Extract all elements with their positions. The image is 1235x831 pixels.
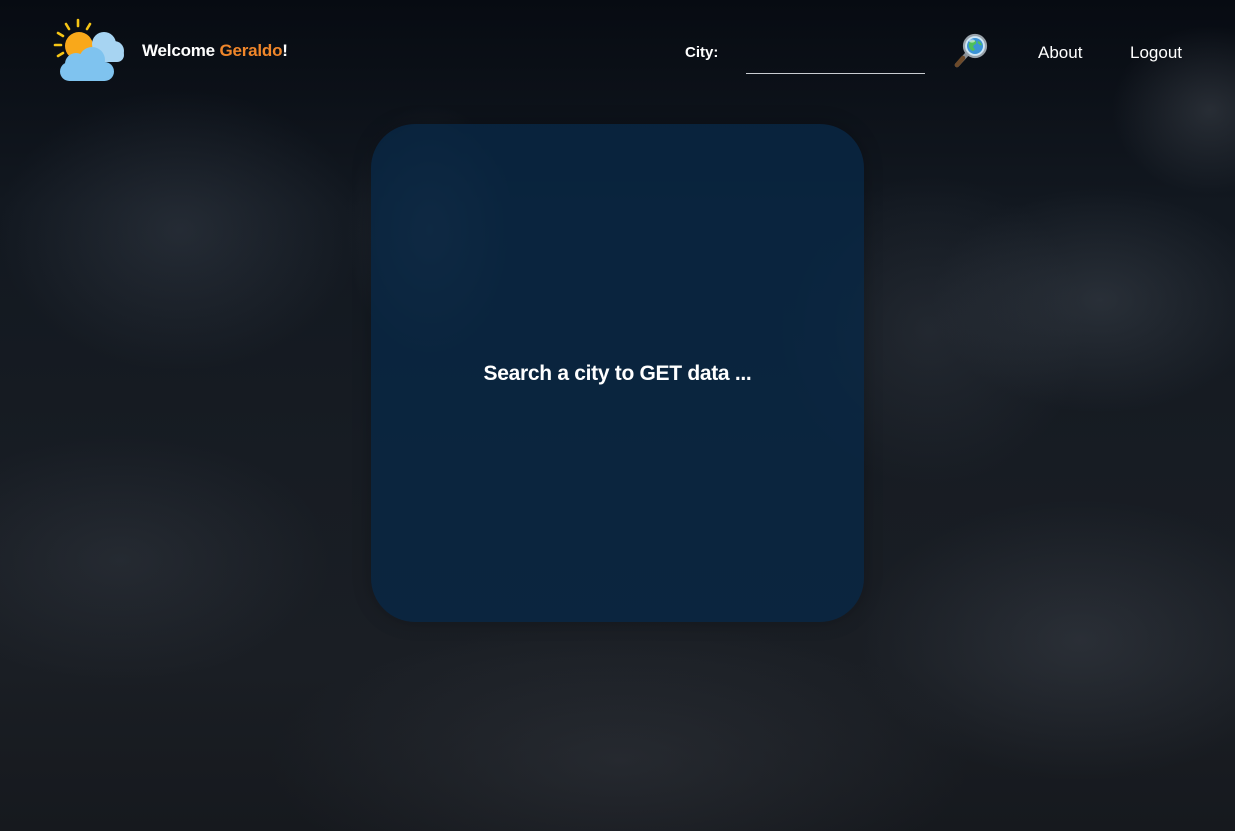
welcome-suffix: ! xyxy=(282,41,288,60)
username: Geraldo xyxy=(219,41,283,60)
welcome-message: Welcome Geraldo! xyxy=(142,41,288,61)
sun-behind-cloud-icon xyxy=(53,18,124,81)
nav-logout-link[interactable]: Logout xyxy=(1130,43,1182,63)
search-button[interactable] xyxy=(951,32,991,70)
weather-result-card: Search a city to GET data ... xyxy=(371,124,864,622)
magnifying-glass-globe-icon xyxy=(954,33,988,68)
top-bar: Welcome Geraldo! City: About Logout xyxy=(0,0,1235,106)
welcome-prefix: Welcome xyxy=(142,41,220,60)
city-label: City: xyxy=(685,44,719,61)
empty-state-message: Search a city to GET data ... xyxy=(483,362,752,385)
nav-about-link[interactable]: About xyxy=(1038,43,1082,63)
city-input[interactable] xyxy=(746,36,925,74)
